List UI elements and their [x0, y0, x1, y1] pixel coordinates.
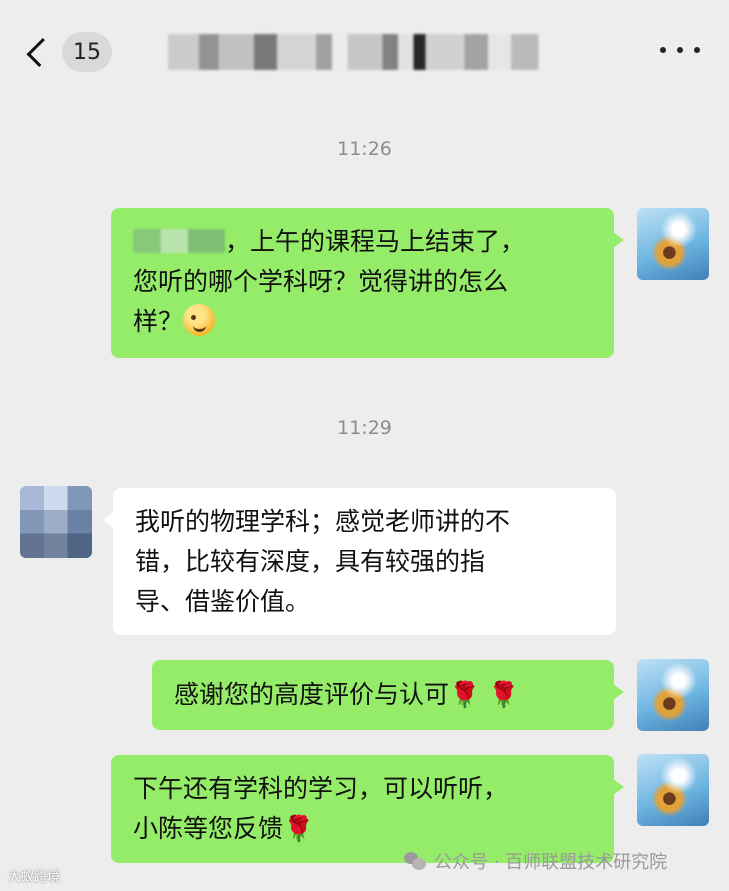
my-avatar[interactable] [637, 754, 709, 826]
outgoing-message-bubble[interactable]: ，上午的课程马上结束了， 您听的哪个学科呀？觉得讲的怎么 样？ [111, 208, 624, 358]
message-line: 错，比较有深度，具有较强的指 [135, 547, 486, 576]
message-line: 您听的哪个学科呀？觉得讲的怎么 [133, 267, 509, 296]
outgoing-message-bubble[interactable]: 感谢您的高度评价与认可🌹 🌹 [152, 660, 624, 730]
wechat-icon [404, 852, 426, 870]
timestamp: 11:29 [337, 417, 392, 439]
message-text: 感谢您的高度评价与认可 [174, 680, 450, 709]
chat-title-redacted [168, 34, 558, 70]
timestamp: 11:26 [337, 138, 392, 160]
my-avatar[interactable] [637, 659, 709, 731]
message-line: 小陈等您反馈🌹 [133, 814, 315, 843]
message-line: 导、借鉴价值。 [135, 587, 311, 616]
chat-screen: 15 11:26 ，上午的课程马上结束了， 您听的哪个学科呀？觉得讲的怎么 样？… [0, 0, 729, 891]
message-line: 下午还有学科的学习，可以听听， [133, 774, 509, 803]
my-avatar[interactable] [637, 208, 709, 280]
message-line: 我听的物理学科；感觉老师讲的不 [135, 507, 511, 536]
watermark-left: 大蚁跨境 [8, 870, 61, 885]
rose-emoji-icon: 🌹 🌹 [449, 680, 520, 709]
chat-header: 15 [0, 0, 729, 100]
watermark-text: 公众号 · 百师联盟技术研究院 [434, 852, 668, 873]
unread-count-badge: 15 [62, 32, 112, 72]
rose-emoji-icon: 🌹 [283, 814, 315, 843]
redacted-name [133, 229, 225, 253]
message-line: 样？ [133, 302, 598, 342]
message-line: ，上午的课程马上结束了， [133, 222, 598, 262]
watermark-right: 公众号 · 百师联盟技术研究院 [404, 848, 667, 874]
more-options-icon[interactable] [660, 40, 700, 60]
incoming-message-bubble[interactable]: 我听的物理学科；感觉老师讲的不 错，比较有深度，具有较强的指 导、借鉴价值。 [103, 488, 616, 635]
outgoing-message-bubble[interactable]: 下午还有学科的学习，可以听听， 小陈等您反馈🌹 [111, 755, 624, 863]
wink-emoji-icon [183, 304, 216, 336]
chevron-left-icon [26, 37, 56, 67]
back-button[interactable]: 15 [22, 30, 112, 74]
contact-avatar-redacted[interactable] [20, 486, 92, 558]
